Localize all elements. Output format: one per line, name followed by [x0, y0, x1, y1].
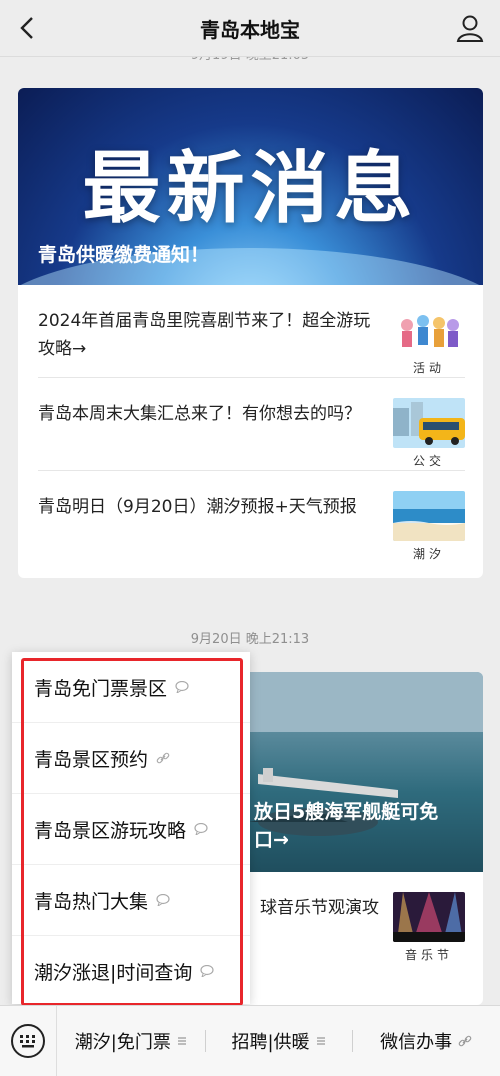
submenu-popup: 青岛免门票景区 青岛景区预约 青岛景区游玩攻略 青岛热门大集 潮汐涨退|时间查询: [12, 652, 250, 1004]
top-nav-bar: 青岛本地宝: [0, 0, 500, 57]
link-icon: [458, 1035, 472, 1047]
profile-icon[interactable]: [454, 12, 486, 44]
activity-thumbnail: [393, 305, 465, 355]
link-icon: [156, 752, 170, 764]
bottom-menu-label: 潮汐|免门票: [74, 1032, 171, 1053]
submenu-item-label: 青岛免门票景区: [34, 677, 168, 700]
submenu-item[interactable]: 潮汐涨退|时间查询: [12, 936, 250, 1006]
back-arrow-icon[interactable]: [12, 12, 44, 44]
submenu-item[interactable]: 青岛景区游玩攻略: [12, 794, 250, 865]
bottom-menu-label: 微信办事: [380, 1032, 453, 1053]
list-item-tag: 潮汐: [412, 547, 445, 561]
list-item-title: 青岛本周末大集汇总来了！有你想去的吗？: [38, 404, 361, 424]
submenu-item[interactable]: 青岛免门票景区: [12, 652, 250, 723]
timestamp: 9月20日 晚上21:13: [190, 632, 310, 647]
list-item-tag: 音乐节: [404, 948, 453, 962]
submenu-item-label: 青岛景区预约: [34, 748, 149, 771]
menu-lines-icon: [316, 1037, 325, 1045]
bus-thumbnail: [393, 398, 465, 448]
page-title: 青岛本地宝: [200, 17, 300, 42]
chat-bubble-icon: [194, 823, 208, 835]
bottom-menu-bar: 潮汐|免门票 招聘|供暖 微信办事: [0, 1005, 500, 1076]
article-hero-image[interactable]: 最新消息 青岛供暖缴费通知！: [18, 88, 483, 285]
article-card[interactable]: 最新消息 青岛供暖缴费通知！ 2024年首届青岛里院喜剧节来了！超全游玩攻略→ …: [18, 88, 483, 578]
bottom-menu-item[interactable]: 潮汐|免门票: [57, 1006, 205, 1076]
music-festival-thumbnail: [393, 892, 465, 942]
submenu-item-label: 青岛热门大集: [34, 890, 149, 913]
bottom-menu-item[interactable]: 招聘|供暖: [204, 1006, 353, 1076]
chat-bubble-icon: [175, 681, 189, 693]
menu-lines-icon: [177, 1037, 186, 1045]
list-item[interactable]: 青岛明日（9月20日）潮汐预报+天气预报 潮汐: [38, 471, 465, 563]
keyboard-toggle[interactable]: [0, 1006, 57, 1076]
list-item-tag: 活动: [412, 361, 445, 375]
list-item-title: 2024年首届青岛里院喜剧节来了！超全游玩攻略→: [38, 311, 371, 359]
submenu-item[interactable]: 青岛热门大集: [12, 865, 250, 936]
hero-headline: 最新消息: [82, 144, 419, 234]
list-item[interactable]: 青岛本周末大集汇总来了！有你想去的吗？ 公交: [38, 378, 465, 471]
tide-thumbnail: [393, 491, 465, 541]
submenu-item-label: 青岛景区游玩攻略: [34, 819, 187, 842]
list-item-tag: 公交: [412, 454, 445, 468]
submenu-item-label: 潮汐涨退|时间查询: [34, 961, 193, 984]
list-item[interactable]: 2024年首届青岛里院喜剧节来了！超全游玩攻略→ 活动: [38, 285, 465, 378]
bottom-menu-item[interactable]: 微信办事: [352, 1006, 500, 1076]
hero-caption: 青岛供暖缴费通知！: [38, 244, 210, 266]
list-item-title: 球音乐节观演攻: [260, 898, 379, 918]
submenu-item[interactable]: 青岛景区预约: [12, 723, 250, 794]
keyboard-icon: [11, 1024, 45, 1058]
bottom-menu-label: 招聘|供暖: [231, 1032, 310, 1053]
chat-bubble-icon: [156, 894, 170, 906]
chat-bubble-icon: [200, 965, 215, 977]
list-item-title: 青岛明日（9月20日）潮汐预报+天气预报: [38, 497, 357, 517]
